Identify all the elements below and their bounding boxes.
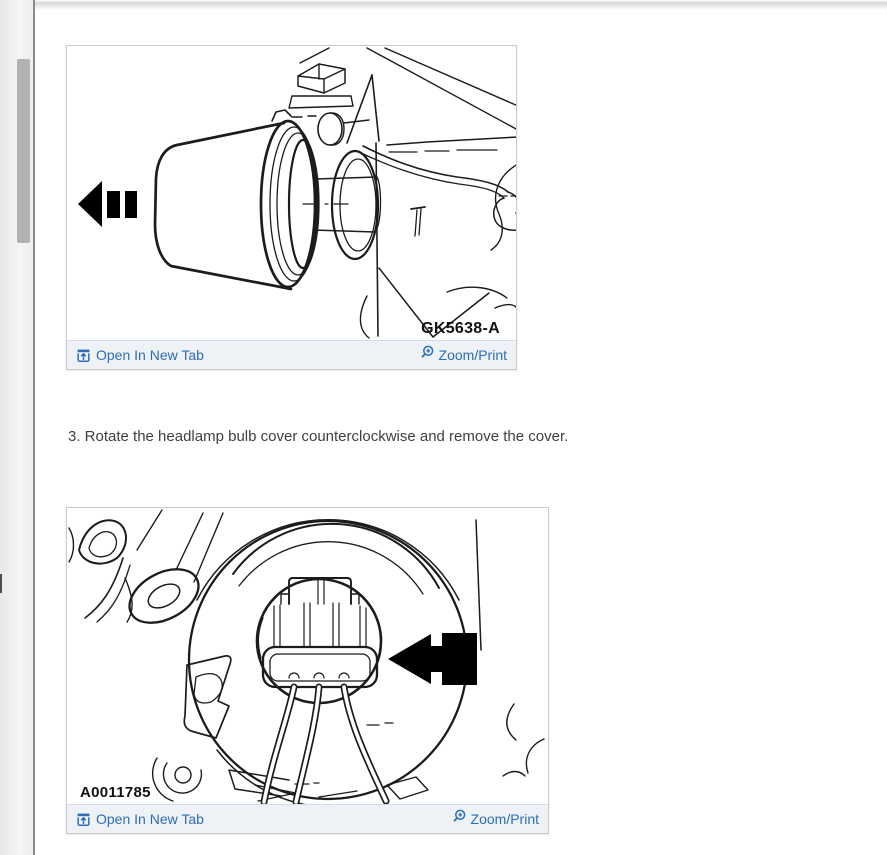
headlamp-bulb-removal-drawing [78,47,516,339]
zoom-print-label: Zoom/Print [438,347,507,363]
page: GK5638-A Open In New Tab Zoom/Print 3. R… [0,0,887,855]
zoom-print-label: Zoom/Print [470,811,539,827]
open-in-new-tab-link[interactable]: Open In New Tab [76,347,204,363]
figure-toolbar: Open In New Tab Zoom/Print [67,804,548,833]
open-in-new-tab-icon [76,812,91,827]
open-in-new-tab-label: Open In New Tab [96,811,204,827]
open-in-new-tab-label: Open In New Tab [96,347,204,363]
figure-toolbar: Open In New Tab Zoom/Print [67,340,516,369]
bulb-connector-drawing [68,509,545,804]
left-arrow-icon [78,181,137,227]
figure-bulb-connector: A0011785 Open In New Tab Zoom/Print [66,507,549,834]
left-edge-mark [0,574,2,593]
content-area: GK5638-A Open In New Tab Zoom/Print 3. R… [35,0,887,855]
step-instruction: 3. Rotate the headlamp bulb cover counte… [68,428,569,445]
zoom-print-link[interactable]: Zoom/Print [452,809,539,829]
figure-caption: A0011785 [80,784,151,801]
diagram-bulb-connector: A0011785 [67,508,548,804]
figure-headlamp-bulb-removal: GK5638-A Open In New Tab Zoom/Print [66,45,517,370]
figure-caption: GK5638-A [421,320,500,337]
top-shadow [35,0,887,10]
magnifier-plus-icon [420,345,434,359]
left-arrow-icon [388,633,477,685]
zoom-print-link[interactable]: Zoom/Print [420,345,507,365]
scrollbar-thumb[interactable] [17,59,30,243]
scrollbar-track[interactable] [0,0,33,855]
magnifier-plus-icon [452,809,466,823]
open-in-new-tab-icon [76,348,91,363]
open-in-new-tab-link[interactable]: Open In New Tab [76,811,204,827]
diagram-headlamp-bulb-removal: GK5638-A [67,46,516,340]
